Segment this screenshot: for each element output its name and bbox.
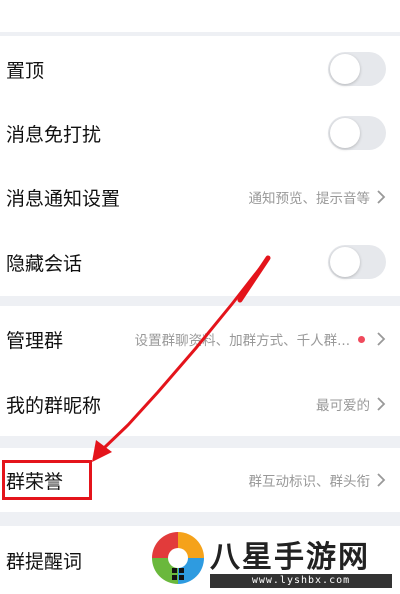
- watermark-logo-icon: [152, 532, 204, 584]
- watermark-text: 八星手游网: [210, 540, 370, 575]
- annotation-arrow: [92, 255, 271, 462]
- watermark-url: www.lyshbx.com: [210, 574, 392, 588]
- site-watermark: 八星手游网 www.lyshbx.com: [148, 528, 398, 592]
